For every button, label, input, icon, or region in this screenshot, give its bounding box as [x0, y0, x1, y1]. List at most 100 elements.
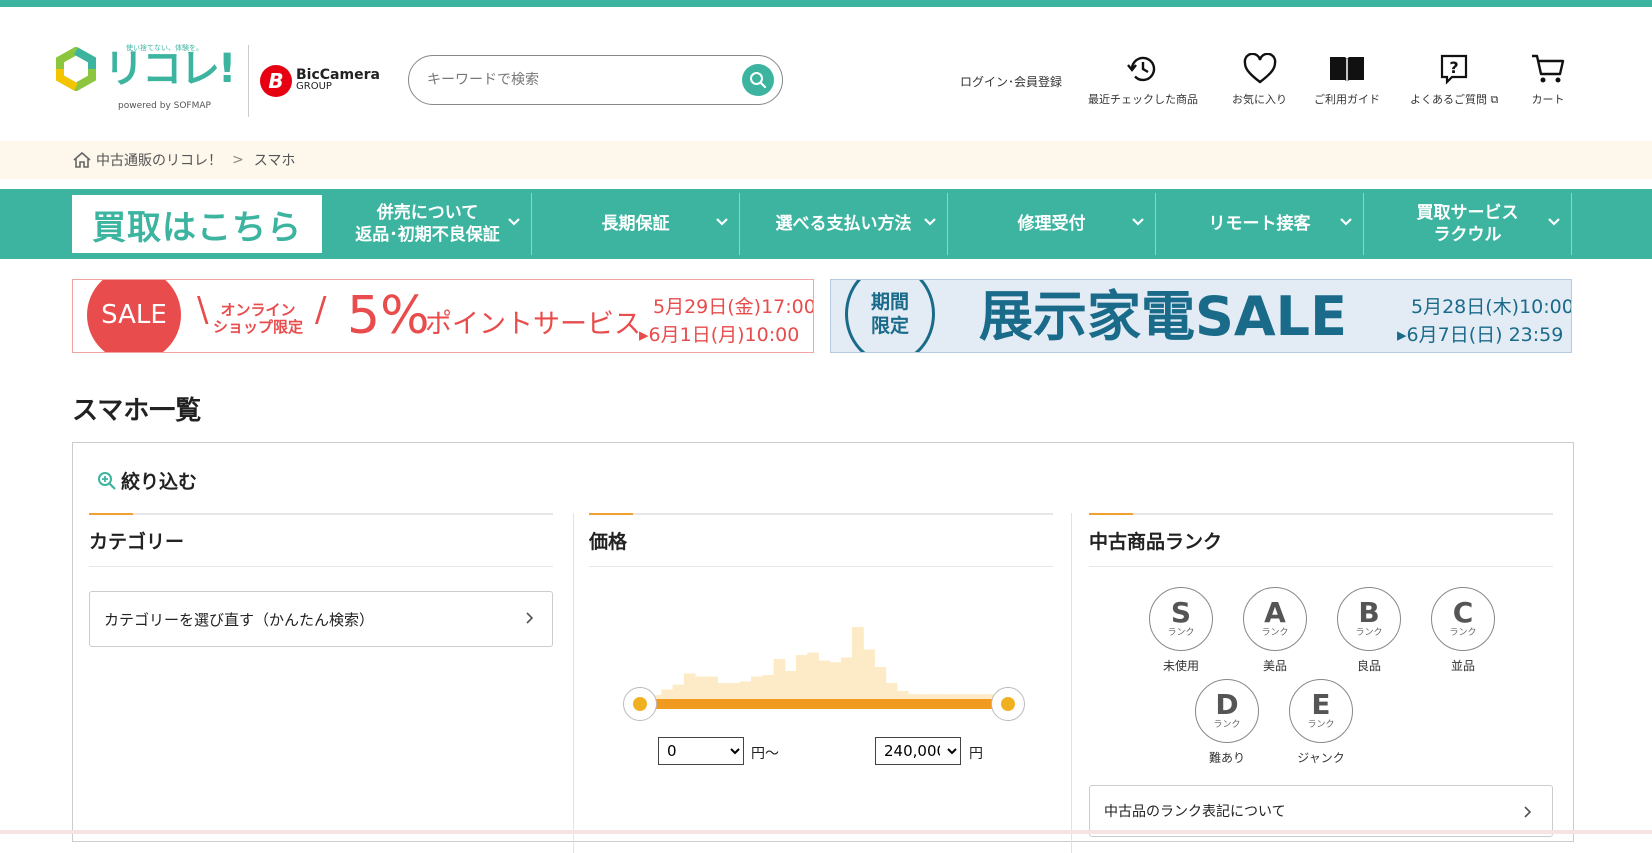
search-input[interactable]	[409, 56, 709, 104]
chevron-down-icon	[1340, 218, 1352, 226]
question-icon: ?	[1441, 54, 1468, 85]
sale-percent: 5%	[347, 286, 430, 346]
cart-icon	[1532, 54, 1565, 83]
histogram-bar	[874, 667, 887, 699]
biccamera-b-icon: B	[260, 65, 292, 97]
main-nav: 買取はこちら 併売について 返品･初期不良保証 長期保証 選べる支払い方法 修理受…	[0, 189, 1652, 259]
price-title: 価格	[589, 531, 628, 553]
breadcrumb-home-link[interactable]: 中古通販のリコレ！	[96, 150, 222, 170]
price-max-select[interactable]: 240,000	[875, 737, 961, 765]
buyback-button[interactable]: 買取はこちら	[72, 195, 322, 253]
histogram-bar	[695, 676, 707, 699]
reselect-category-button[interactable]: カテゴリーを選び直す（かんたん検索）	[89, 591, 553, 647]
column-divider	[1071, 513, 1072, 853]
nav-item-warranty[interactable]: 長期保証	[532, 193, 740, 255]
chevron-down-icon	[924, 218, 936, 226]
sale-date-start: 5月29日(金)17:00	[653, 296, 814, 318]
price-min-select[interactable]: 0	[658, 737, 744, 765]
rank-d-button[interactable]: D ランク	[1195, 679, 1259, 743]
chevron-down-icon	[1132, 218, 1144, 226]
column-divider	[573, 513, 574, 853]
histogram-bar	[706, 676, 718, 699]
cart-link[interactable]: カート	[1530, 53, 1566, 107]
histogram-bar	[751, 676, 763, 699]
history-icon	[1127, 56, 1156, 82]
histogram-bar	[784, 671, 797, 699]
favorites-link[interactable]: お気に入り	[1232, 53, 1287, 107]
nav-item-repair[interactable]: 修理受付	[948, 193, 1156, 255]
rank-c-button[interactable]: C ランク	[1431, 587, 1495, 651]
heart-icon	[1243, 53, 1276, 84]
histogram-bar	[739, 681, 752, 699]
online-line1: オンライン	[220, 301, 296, 319]
nav-item-returns[interactable]: 併売について 返品･初期不良保証	[324, 193, 532, 255]
histogram-bar	[717, 683, 730, 699]
rank-e-button[interactable]: E ランク	[1289, 679, 1353, 743]
histogram-bar	[818, 660, 831, 699]
tenji-date-end: 6月7日(日) 23:59	[1406, 324, 1564, 346]
svg-text:?: ?	[1450, 58, 1459, 77]
search-box	[408, 55, 783, 105]
site-header: リコレ! 使い捨てない、体験を。 powered by SOFMAP B Bic…	[0, 7, 1652, 141]
rank-c-label: 並品	[1450, 659, 1475, 673]
breadcrumb-current: スマホ	[253, 153, 296, 169]
rank-s-button[interactable]: S ランク	[1149, 587, 1213, 651]
faq-label: よくあるご質問 ⧉	[1410, 93, 1499, 106]
recycle-logo-icon	[54, 46, 98, 92]
sale-service: ポイントサービス	[425, 309, 641, 340]
rank-e-label: ジャンク	[1297, 751, 1345, 765]
category-title: カテゴリー	[89, 531, 185, 553]
price-range-track	[638, 699, 1008, 709]
tenji-title: 展示家電SALE	[979, 285, 1347, 348]
price-min-handle[interactable]	[623, 687, 657, 721]
book-icon	[1330, 57, 1364, 82]
rank-b-label: 良品	[1356, 659, 1381, 673]
nav-item-rakuuru[interactable]: 買取サービス ラクウル	[1364, 193, 1572, 255]
breadcrumb: 中古通販のリコレ！ > スマホ	[0, 141, 1652, 179]
histogram-bar	[728, 683, 741, 699]
chevron-down-icon	[1548, 218, 1560, 226]
nav-item-remote[interactable]: リモート接客	[1156, 193, 1364, 255]
logo-text: リコレ!	[104, 46, 236, 92]
chevron-right-icon	[526, 612, 534, 624]
point-sale-banner[interactable]: SALE \ オンライン ショップ限定 / 5% ポイントサービス 5月29日(…	[72, 279, 814, 353]
favorites-label: お気に入り	[1232, 93, 1287, 106]
histogram-bar	[672, 684, 685, 699]
login-link[interactable]: ログイン･会員登録	[960, 73, 1062, 90]
filter-heading[interactable]: 絞り込む	[97, 467, 197, 494]
header-divider	[248, 45, 249, 117]
category-filter: カテゴリー カテゴリーを選び直す（かんたん検索）	[89, 513, 553, 853]
nav-item-payment[interactable]: 選べる支払い方法	[740, 193, 948, 255]
rank-b-button[interactable]: B ランク	[1337, 587, 1401, 651]
top-accent-line	[0, 0, 1652, 7]
filter-panel: 絞り込む カテゴリー カテゴリーを選び直す（かんたん検索） 価格 0 円～ 24…	[72, 442, 1574, 853]
price-max-handle[interactable]	[991, 687, 1025, 721]
bottom-edge	[0, 830, 1652, 834]
sale-date-end: 6月1日(月)10:00	[648, 324, 800, 346]
histogram-bar	[773, 659, 786, 699]
logo-tagline: 使い捨てない、体験を。	[126, 44, 203, 52]
limited-time-badge: 期間 限定	[845, 280, 935, 352]
biccamera-logo[interactable]: B BicCamera GROUP	[260, 65, 380, 97]
zoom-in-icon	[98, 471, 116, 490]
histogram-bar	[807, 652, 819, 699]
chevron-right-icon	[1524, 806, 1532, 818]
rank-a-label: 美品	[1262, 659, 1287, 673]
yen-label: 円	[969, 746, 983, 762]
recent-items-label: 最近チェックした商品	[1088, 93, 1198, 106]
histogram-bar	[762, 675, 775, 699]
search-button[interactable]	[742, 64, 774, 96]
site-logo[interactable]: リコレ! 使い捨てない、体験を。 powered by SOFMAP	[54, 44, 236, 111]
histogram-bar	[829, 662, 842, 699]
bic-brand: BicCamera	[296, 67, 380, 83]
rank-a-button[interactable]: A ランク	[1243, 587, 1307, 651]
logo-powered-by: powered by SOFMAP	[118, 101, 211, 111]
histogram-bar	[852, 627, 864, 699]
display-appliance-sale-banner[interactable]: 期間 限定 展示家電SALE 5月28日(木)10:00 ▸6月7日(日) 23…	[830, 279, 1572, 353]
faq-link[interactable]: ? よくあるご質問 ⧉	[1410, 53, 1498, 107]
recent-items-link[interactable]: 最近チェックした商品	[1088, 53, 1198, 107]
page-title: スマホ一覧	[72, 396, 202, 426]
tenji-date-start: 5月28日(木)10:00	[1411, 296, 1572, 318]
guide-link[interactable]: ご利用ガイド	[1314, 53, 1380, 107]
rank-s-label: 未使用	[1162, 659, 1199, 673]
